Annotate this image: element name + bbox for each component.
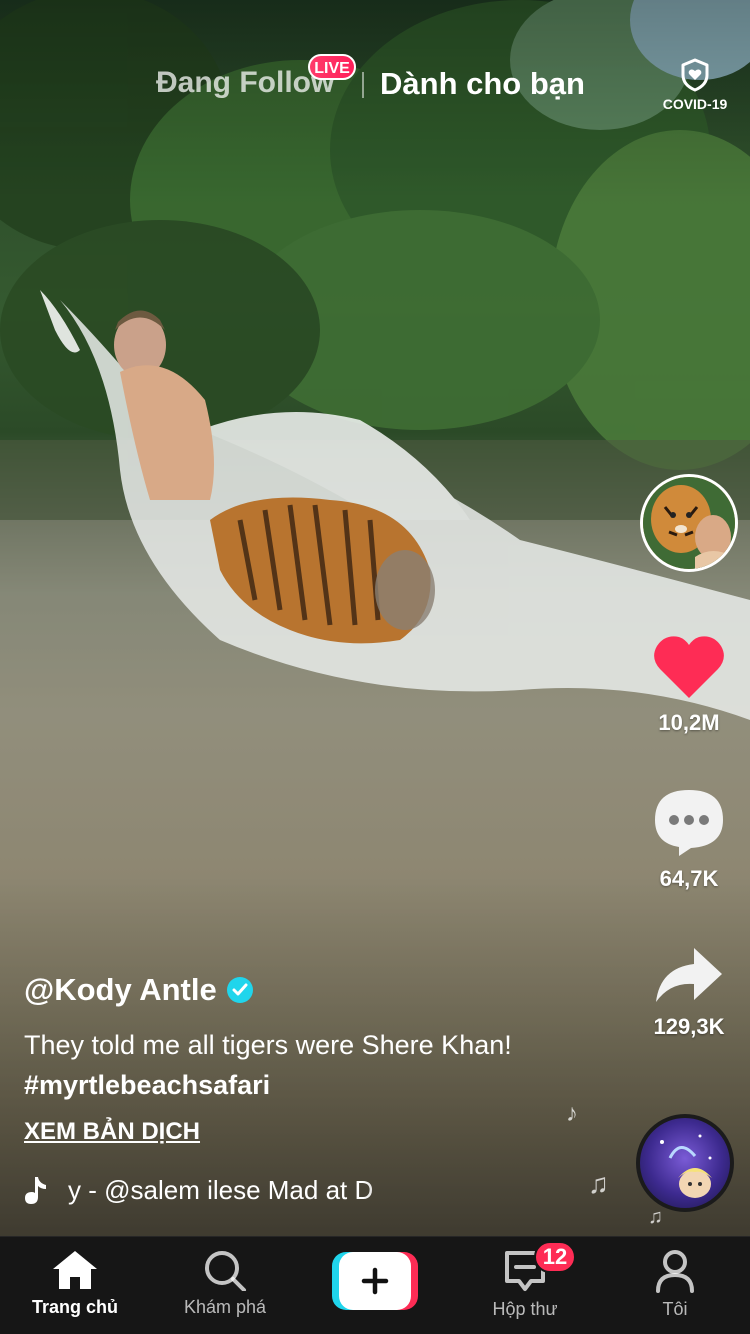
verified-badge-icon xyxy=(226,977,253,1003)
comment-count: 64,7K xyxy=(659,866,719,891)
comment-bubble-icon xyxy=(655,790,723,856)
floating-notes-icon: ♫ xyxy=(648,1206,663,1228)
creator-avatar[interactable] xyxy=(640,474,738,572)
floating-note-icon: ♪ xyxy=(566,1100,578,1127)
live-badge[interactable]: LIVE xyxy=(308,54,356,80)
username-text[interactable]: @Kody Antle xyxy=(24,972,217,1008)
music-note-icon xyxy=(25,1177,46,1204)
music-info[interactable]: y - @salem ilese Mad at D xyxy=(24,1170,424,1210)
inbox-badge: 12 xyxy=(534,1241,576,1273)
create-button-face xyxy=(339,1252,411,1310)
album-art xyxy=(660,1134,712,1198)
home-icon xyxy=(53,1251,97,1289)
like-count: 10,2M xyxy=(658,710,720,735)
music-title: y - @salem ilese Mad at D xyxy=(68,1174,374,1205)
comment-button[interactable]: 64,7K xyxy=(629,788,749,892)
feed-tabs: Đang Follow LIVE Dành cho bạn xyxy=(0,54,750,106)
nav-inbox[interactable]: 12 Hộp thư xyxy=(450,1241,600,1320)
nav-home-label: Trang chủ xyxy=(31,1297,118,1317)
tab-divider xyxy=(362,72,364,98)
search-icon xyxy=(205,1251,246,1291)
share-button[interactable]: 129,3K xyxy=(629,946,749,1040)
profile-icon xyxy=(656,1250,694,1293)
nav-profile-label: Tôi xyxy=(662,1299,688,1319)
nav-inbox-label: Hộp thư xyxy=(492,1299,558,1319)
nav-profile[interactable]: Tôi xyxy=(600,1249,750,1320)
heart-icon xyxy=(654,636,724,698)
hashtag-link[interactable]: #myrtlebeachsafari xyxy=(24,1070,270,1101)
share-count: 129,3K xyxy=(653,1014,725,1039)
nav-explore[interactable]: Khám phá xyxy=(150,1249,300,1318)
covid-button[interactable]: COVID-19 xyxy=(660,58,730,116)
music-disc[interactable] xyxy=(636,1114,734,1212)
nav-explore-label: Khám phá xyxy=(183,1297,267,1317)
creator-username[interactable]: @Kody Antle xyxy=(24,972,253,1008)
tab-following[interactable]: Đang Follow xyxy=(156,66,334,100)
nav-home[interactable]: Trang chủ xyxy=(0,1249,150,1318)
tab-for-you[interactable]: Dành cho bạn xyxy=(380,66,585,102)
share-arrow-icon xyxy=(656,948,722,1002)
translate-link[interactable]: XEM BẢN DỊCH xyxy=(24,1118,200,1146)
create-button[interactable] xyxy=(332,1252,418,1310)
covid-label: COVID-19 xyxy=(662,96,728,112)
shield-heart-icon xyxy=(681,58,709,92)
floating-notes-icon: ♫ xyxy=(588,1168,609,1199)
avatar-image xyxy=(643,477,735,569)
video-description: They told me all tigers were Shere Khan! xyxy=(24,1030,512,1060)
plus-icon xyxy=(361,1267,389,1295)
like-button[interactable]: 10,2M xyxy=(629,634,749,736)
